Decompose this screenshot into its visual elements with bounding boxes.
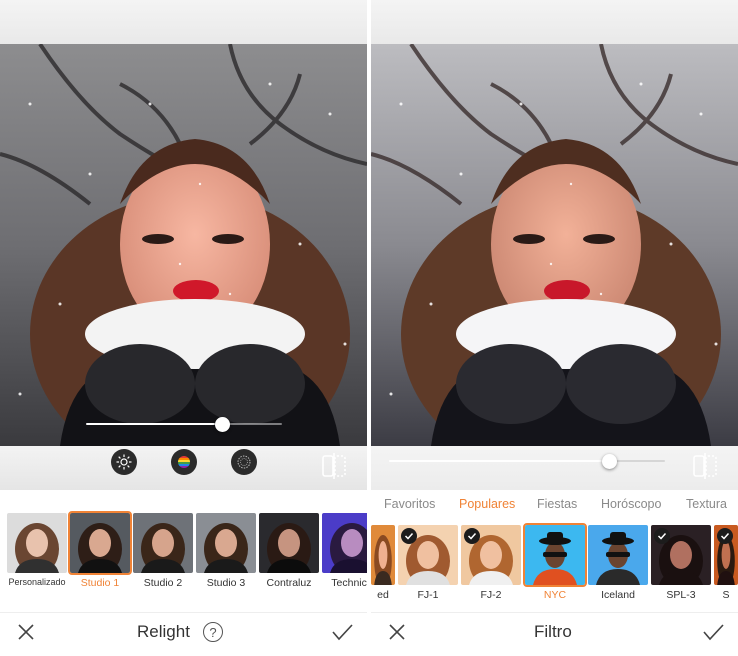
filter-label: S bbox=[722, 589, 730, 601]
preset-label: Studio 2 bbox=[143, 577, 183, 589]
page-title: Filtro bbox=[534, 622, 572, 641]
checkmark-icon bbox=[401, 528, 417, 544]
rainbow-color-icon[interactable] bbox=[171, 449, 197, 475]
filter-intensity-strip bbox=[371, 446, 738, 490]
slider-track-filled bbox=[86, 423, 215, 425]
status-bar-area bbox=[0, 0, 367, 44]
photo-preview-relight[interactable] bbox=[0, 44, 367, 446]
checkmark-icon bbox=[464, 528, 480, 544]
filter-label: FJ-1 bbox=[417, 589, 439, 601]
relight-intensity-slider[interactable] bbox=[86, 417, 282, 432]
relight-screen: Personalizado Studio 1 Studio 2 Studio 3… bbox=[0, 0, 367, 656]
filter-label: SPL-3 bbox=[666, 589, 696, 601]
preset-thumbnail[interactable] bbox=[259, 513, 319, 573]
category-tab-horóscopo[interactable]: Horóscopo bbox=[601, 497, 661, 511]
close-icon[interactable] bbox=[14, 620, 38, 644]
filter-thumbnail[interactable] bbox=[523, 523, 587, 587]
filter-category-tabs: Favoritos Populares Fiestas Horóscopo Textur… bbox=[371, 497, 738, 519]
preset-thumbnail[interactable] bbox=[68, 511, 132, 575]
slider-track-filled bbox=[389, 460, 602, 462]
filter-thumbnail[interactable] bbox=[371, 525, 395, 585]
preset-label: Contraluz bbox=[266, 577, 312, 589]
preset-thumbnail[interactable] bbox=[133, 513, 193, 573]
relight-tool-strip bbox=[0, 446, 367, 490]
preset-thumbnail[interactable] bbox=[7, 513, 67, 573]
filter-intensity-slider[interactable] bbox=[389, 454, 665, 469]
close-icon[interactable] bbox=[385, 620, 409, 644]
preset-label: Technico bbox=[331, 577, 367, 589]
category-tab-populares[interactable]: Populares bbox=[459, 497, 515, 511]
photo-preview-filter[interactable] bbox=[371, 44, 738, 446]
slider-thumb[interactable] bbox=[215, 417, 230, 432]
texture-icon[interactable] bbox=[231, 449, 257, 475]
category-tab-textura[interactable]: Textura bbox=[686, 497, 727, 511]
slider-thumb[interactable] bbox=[602, 454, 617, 469]
woman-blowing-snow-photo-filtered bbox=[371, 44, 738, 446]
category-tab-favoritos[interactable]: Favoritos bbox=[384, 497, 435, 511]
preset-thumbnail[interactable] bbox=[322, 513, 367, 573]
apply-checkmark-icon[interactable] bbox=[701, 620, 725, 644]
filter-label: FJ-2 bbox=[480, 589, 502, 601]
filter-label: Iceland bbox=[601, 589, 635, 601]
checkmark-icon bbox=[654, 528, 670, 544]
slider-track-empty bbox=[616, 460, 665, 462]
page-title: Relight bbox=[137, 622, 190, 641]
preset-label: Studio 3 bbox=[206, 577, 246, 589]
filter-screen: Favoritos Populares Fiestas Horóscopo Textur… bbox=[371, 0, 738, 656]
category-tab-fiestas[interactable]: Fiestas bbox=[537, 497, 577, 511]
brightness-icon[interactable] bbox=[111, 449, 137, 475]
filter-thumbnail[interactable] bbox=[588, 525, 648, 585]
status-bar-area bbox=[371, 0, 738, 44]
preset-label: Personalizado bbox=[8, 577, 66, 587]
apply-checkmark-icon[interactable] bbox=[330, 620, 354, 644]
help-icon[interactable]: ? bbox=[203, 622, 223, 642]
compare-icon[interactable] bbox=[691, 452, 721, 480]
checkmark-icon bbox=[717, 528, 733, 544]
preset-thumbnail[interactable] bbox=[196, 513, 256, 573]
compare-icon[interactable] bbox=[320, 452, 350, 480]
woman-blowing-snow-photo bbox=[0, 44, 367, 446]
preset-label: Studio 1 bbox=[80, 577, 120, 589]
filter-label: ed bbox=[377, 589, 389, 601]
slider-track-empty bbox=[229, 423, 282, 425]
filter-label: NYC bbox=[543, 589, 567, 601]
